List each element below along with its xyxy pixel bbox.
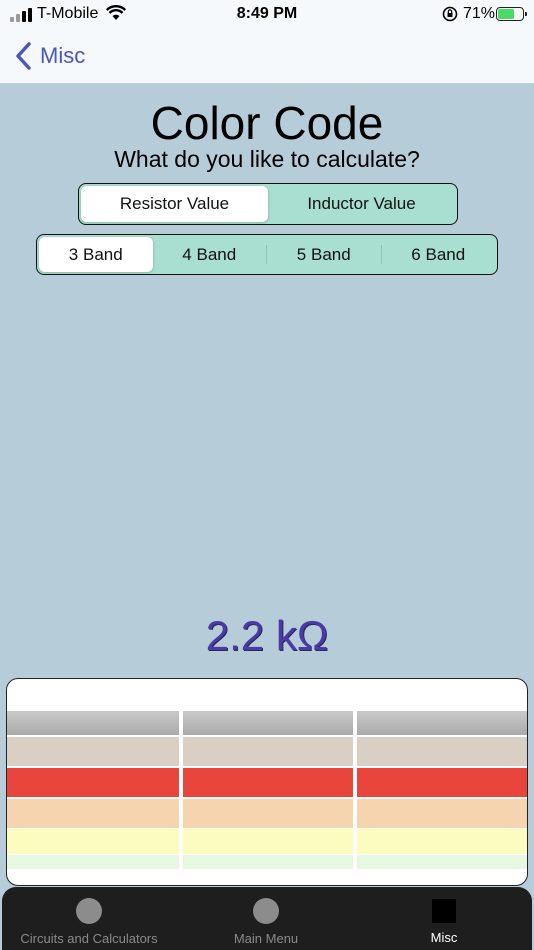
band-2-wheel[interactable] (183, 679, 353, 885)
tab-circuits-and-calculators[interactable]: Circuits and Calculators (2, 887, 176, 950)
tab-misc[interactable]: Misc (356, 887, 532, 950)
tab-main-menu[interactable]: Main Menu (176, 887, 356, 950)
color-option-row[interactable] (183, 799, 353, 828)
band-1-wheel[interactable] (7, 679, 179, 885)
color-option-row[interactable] (357, 799, 527, 828)
segment-resistor-value[interactable]: Resistor Value (81, 186, 268, 222)
resistance-result: 2.2 kΩ (205, 612, 329, 659)
color-option-row[interactable] (357, 711, 527, 735)
band-count-segmented-control: 3 Band 4 Band 5 Band 6 Band (36, 234, 498, 275)
calc-type-segmented-control: Resistor Value Inductor Value (78, 183, 458, 225)
color-option-row[interactable] (7, 829, 179, 854)
segment-3-band[interactable]: 3 Band (39, 237, 153, 272)
battery-percent: 71% (463, 5, 496, 22)
color-option-row[interactable] (357, 767, 527, 798)
band-3-wheel[interactable] (357, 679, 527, 885)
color-option-row[interactable] (183, 855, 353, 869)
back-button[interactable]: Misc (14, 38, 85, 74)
orientation-lock-icon (442, 6, 458, 22)
color-option-row[interactable] (7, 855, 179, 869)
battery-fill (498, 9, 515, 19)
back-button-label: Misc (40, 43, 86, 68)
tab-bar: Circuits and Calculators Main Menu Misc (2, 887, 532, 950)
color-option-row[interactable] (357, 737, 527, 766)
segment-inductor-value[interactable]: Inductor Value (268, 186, 455, 222)
color-option-row[interactable] (183, 767, 353, 798)
color-option-row[interactable] (7, 737, 179, 766)
color-option-row[interactable] (183, 711, 353, 735)
tab-label: Main Menu (233, 931, 299, 946)
color-option-row[interactable] (357, 829, 527, 854)
page-subtitle: What do you like to calculate? (114, 146, 420, 172)
square-icon (432, 899, 456, 923)
segment-4-band[interactable]: 4 Band (153, 237, 267, 272)
chevron-left-icon (16, 42, 31, 70)
status-bar: T-Mobile 8:49 PM 71% (0, 0, 534, 28)
color-option-row[interactable] (7, 799, 179, 828)
color-band-picker (6, 678, 528, 886)
segment-6-band[interactable]: 6 Band (382, 237, 496, 272)
tab-label: Misc (430, 930, 458, 945)
color-option-row[interactable] (7, 711, 179, 735)
circle-icon (253, 898, 279, 924)
page-title: Color Code (150, 97, 384, 149)
circle-icon (76, 898, 102, 924)
tab-label: Circuits and Calculators (20, 931, 158, 946)
color-option-row[interactable] (357, 855, 527, 869)
color-option-row[interactable] (183, 737, 353, 766)
color-option-row[interactable] (183, 829, 353, 854)
battery-icon (496, 7, 527, 21)
segment-5-band[interactable]: 5 Band (267, 237, 381, 272)
color-option-row[interactable] (7, 767, 179, 798)
navigation-bar: Misc (0, 28, 534, 84)
